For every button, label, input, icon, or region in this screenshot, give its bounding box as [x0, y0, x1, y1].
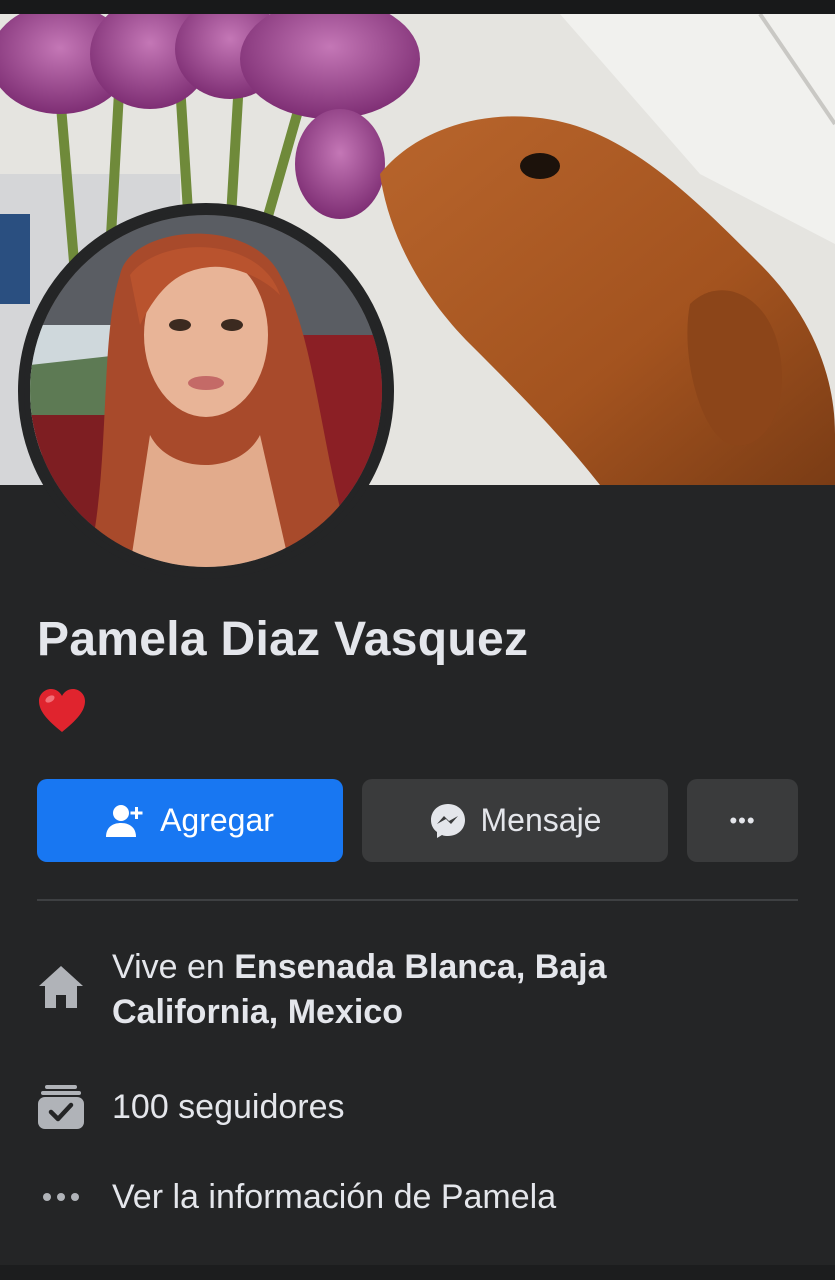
followers-icon	[37, 1083, 85, 1131]
add-friend-label: Agregar	[160, 802, 274, 838]
profile-picture-frame[interactable]	[18, 203, 394, 579]
dots-icon	[37, 1173, 85, 1221]
more-icon: •••	[729, 807, 756, 833]
add-friend-icon	[106, 803, 146, 839]
followers-count: 100 seguidores	[112, 1088, 345, 1126]
status-bar	[0, 0, 835, 14]
see-info-row[interactable]: Ver la información de Pamela	[37, 1173, 798, 1223]
home-icon	[37, 963, 85, 1011]
profile-name: Pamela Diaz Vasquez	[37, 613, 529, 666]
messenger-icon	[429, 802, 467, 840]
see-info-link[interactable]: Ver la información de Pamela	[112, 1175, 556, 1220]
profile-picture[interactable]	[30, 215, 382, 567]
avatar-illustration	[30, 215, 382, 567]
add-friend-button[interactable]: Agregar	[37, 779, 343, 862]
bottom-edge	[0, 1265, 835, 1280]
lives-in-prefix: Vive en	[112, 948, 235, 986]
followers-row[interactable]: 100 seguidores	[37, 1083, 798, 1133]
section-divider	[37, 899, 798, 901]
message-button[interactable]: Mensaje	[362, 779, 668, 862]
heart-emoji-icon	[37, 688, 87, 734]
message-label: Mensaje	[480, 802, 602, 838]
more-options-button[interactable]: •••	[687, 779, 798, 862]
lives-in-row: Vive en Ensenada Blanca, Baja California…	[37, 945, 798, 1045]
lives-in-text: Vive en Ensenada Blanca, Baja California…	[112, 945, 712, 1035]
